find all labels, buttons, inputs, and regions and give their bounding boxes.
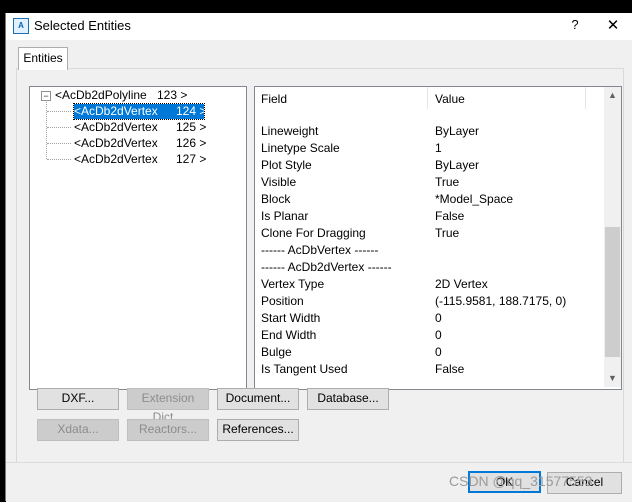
desktop-strip [0, 0, 632, 13]
grid-row-field: Plot Style [261, 158, 312, 172]
grid-row-value: 2D Vertex [435, 277, 488, 291]
grid-row-field: Block [261, 192, 291, 206]
tree-line [47, 111, 71, 112]
grid-row-value: True [435, 226, 460, 240]
grid-row-value: (-115.9581, 188.7175, 0) [435, 294, 567, 308]
grid-row-value: ByLayer [435, 158, 480, 172]
entity-tree[interactable]: − <AcDb2dPolyline 123 > <AcDb2dVertex 124 … [29, 86, 247, 390]
collapse-icon[interactable]: − [41, 91, 51, 101]
grid-row-value: *Model_Space [435, 192, 514, 206]
tree-item-handle: 126 > [176, 136, 207, 150]
database-button[interactable]: Database... [307, 388, 389, 410]
grid-row-value: 0 [435, 328, 442, 342]
grid-row-value: 1 [435, 141, 442, 155]
properties-grid[interactable]: Field Value Lineweight ByLayer Linetype Sc… [254, 86, 622, 390]
tree-line [47, 127, 71, 128]
reactors-button[interactable]: Reactors... [127, 419, 209, 441]
dxf-button[interactable]: DXF... [37, 388, 119, 410]
grid-row-value: False [435, 362, 465, 376]
tree-item-handle: 125 > [176, 120, 207, 134]
tree-item-handle: 124 > [176, 104, 207, 118]
close-icon[interactable]: ✕ [603, 16, 623, 34]
grid-row-field: Start Width [261, 311, 321, 325]
tree-item-label: <AcDb2dVertex [74, 152, 158, 166]
tree-item-vertex-124[interactable]: <AcDb2dVertex 124 > [73, 103, 207, 120]
grid-row-field: Lineweight [261, 124, 319, 138]
grid-row-value: True [435, 175, 460, 189]
grid-row-value: 0 [435, 345, 442, 359]
tree-item-handle: 127 > [176, 152, 207, 166]
scrollbar-thumb[interactable] [605, 227, 620, 357]
scroll-down-icon[interactable]: ▼ [604, 370, 621, 387]
tree-item-vertex-125[interactable]: <AcDb2dVertex 125 > [74, 120, 206, 135]
tree-line [47, 143, 71, 144]
grid-row-field: End Width [261, 328, 317, 342]
grid-row-field: ------ AcDb2dVertex ------ [261, 260, 392, 274]
grid-row-value: False [435, 209, 465, 223]
tab-entities[interactable]: Entities [18, 47, 68, 70]
grid-row-field: ------ AcDbVertex ------ [261, 243, 379, 257]
column-header-value[interactable]: Value [429, 87, 586, 109]
column-header-field[interactable]: Field [255, 87, 428, 109]
grid-row-field: Position [261, 294, 304, 308]
document-button[interactable]: Document... [217, 388, 299, 410]
grid-row-field: Visible [261, 175, 297, 189]
title-bar: A Selected Entities ? ✕ [6, 13, 632, 40]
xdata-button[interactable]: Xdata... [37, 419, 119, 441]
tree-item-vertex-127[interactable]: <AcDb2dVertex 127 > [74, 152, 206, 167]
references-button[interactable]: References... [217, 419, 299, 441]
grid-row-field: Is Planar [261, 209, 309, 223]
grid-row-field: Is Tangent Used [261, 362, 348, 376]
grid-row-field: Bulge [261, 345, 292, 359]
grid-row-value: ByLayer [435, 124, 480, 138]
grid-row-field: Linetype Scale [261, 141, 340, 155]
grid-row-field: Vertex Type [261, 277, 325, 291]
grid-row-field: Clone For Dragging [261, 226, 366, 240]
tree-item-vertex-126[interactable]: <AcDb2dVertex 126 > [74, 136, 206, 151]
extension-dict-button[interactable]: Extension Dict... [127, 388, 209, 424]
tree-item-label: <AcDb2dVertex [74, 136, 158, 150]
scroll-up-icon[interactable]: ▲ [604, 87, 621, 104]
tree-item-label: <AcDb2dVertex [74, 104, 158, 118]
tree-item-label: <AcDb2dVertex [74, 120, 158, 134]
help-icon[interactable]: ? [565, 17, 585, 32]
vertical-scrollbar[interactable]: ▲ ▼ [604, 87, 621, 387]
app-icon: A [13, 18, 29, 34]
tree-item-polyline[interactable]: <AcDb2dPolyline 123 > [55, 88, 187, 103]
tree-item-label: <AcDb2dPolyline [55, 88, 147, 102]
dialog-window: A Selected Entities ? ✕ Entities − <AcDb… [5, 13, 632, 502]
tree-item-handle: 123 > [157, 88, 188, 102]
window-title: Selected Entities [34, 18, 131, 33]
tree-line [47, 159, 71, 160]
watermark: CSDN @qq_31577553 [449, 473, 593, 489]
grid-row-value: 0 [435, 311, 442, 325]
